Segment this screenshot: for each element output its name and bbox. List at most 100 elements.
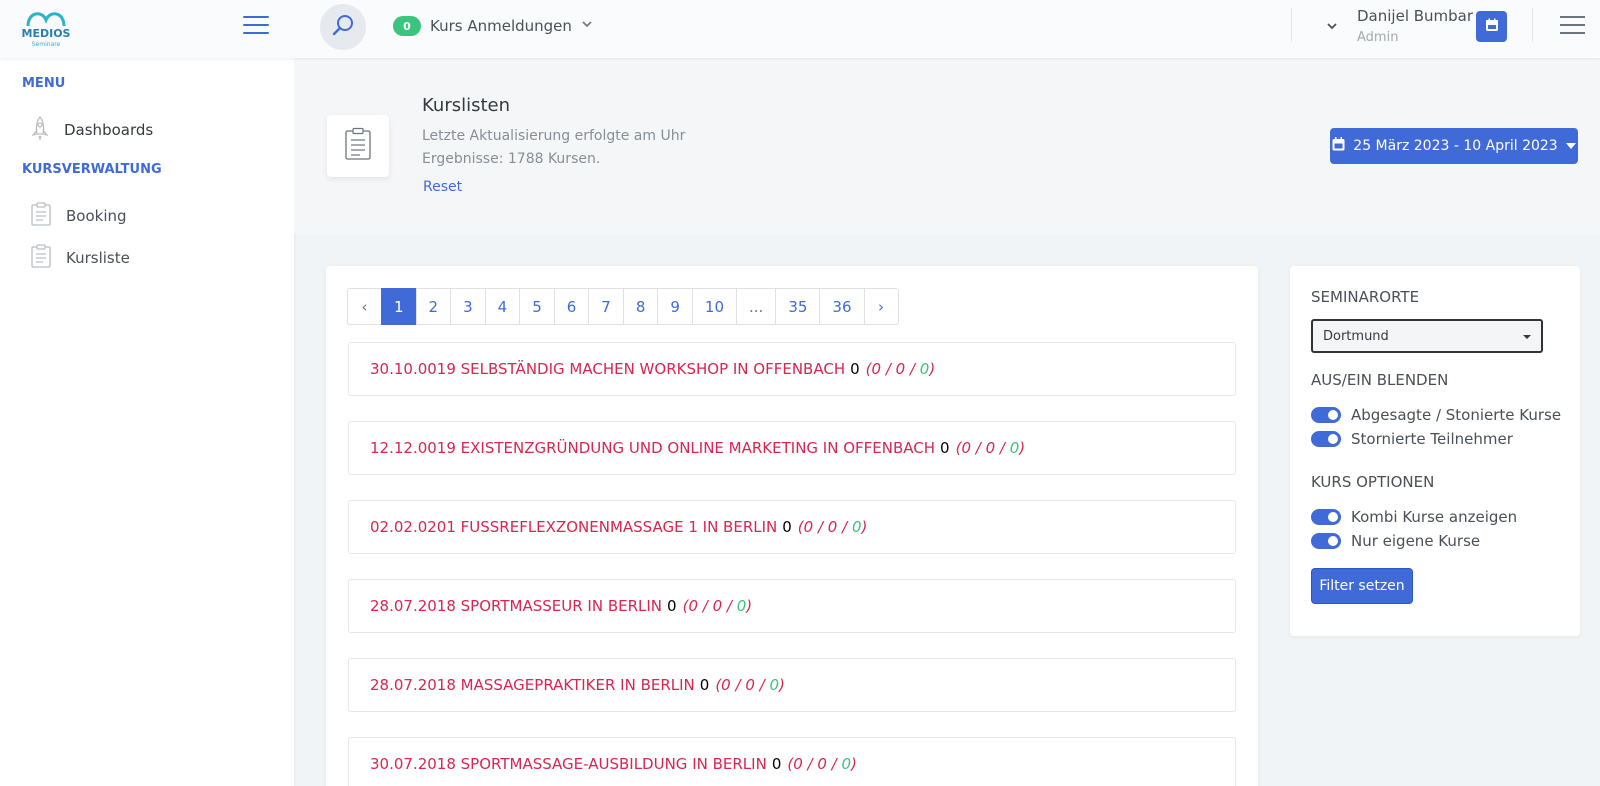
toggle-eigene-label: Nur eigene Kurse — [1351, 532, 1481, 550]
page-title: Kurslisten — [422, 95, 511, 116]
kurs-anmeldungen-dropdown[interactable]: 0 Kurs Anmeldungen — [393, 16, 593, 36]
page-title-icon-box — [327, 115, 389, 177]
course-item[interactable]: 12.12.0019 Existenzgründung und Online M… — [348, 421, 1236, 475]
sidebar: MENU Dashboards KURSVERWALTUNG Booking K… — [0, 58, 294, 786]
course-title: 28.07.2018 Sportmasseur in Berlin — [370, 597, 663, 615]
seminarort-selected-value: Dortmund — [1323, 328, 1389, 344]
course-stats: (0 / 0 / 0) — [787, 755, 857, 773]
course-count: 0 — [850, 360, 860, 378]
course-list-card: ‹ 1 2 3 4 5 6 7 8 9 10 ... 35 36 › 30.10… — [326, 266, 1258, 786]
header-divider — [1291, 8, 1292, 42]
caret-down-icon — [1523, 329, 1531, 344]
results-count-text: Ergebnisse: 1788 Kursen. — [422, 151, 601, 167]
sidebar-item-booking[interactable]: Booking — [30, 202, 127, 230]
course-stats: (0 / 0 / 0) — [955, 439, 1026, 457]
pagination-prev[interactable]: ‹ — [347, 288, 382, 325]
course-count: 0 — [771, 755, 782, 773]
user-menu-chevron-icon[interactable] — [1326, 20, 1338, 36]
sidebar-heading-menu: MENU — [22, 76, 66, 91]
filter-setzen-button[interactable]: Filter setzen — [1311, 568, 1413, 604]
pagination-page-3[interactable]: 3 — [450, 288, 486, 325]
course-stats: (0 / 0 / 0) — [682, 597, 753, 615]
svg-text:Seminare: Seminare — [32, 41, 61, 48]
pagination-ellipsis: ... — [736, 288, 777, 325]
pagination-page-4[interactable]: 4 — [484, 288, 521, 325]
course-title: 30.07.2018 Sportmassage-Ausbildung in Be… — [370, 755, 767, 773]
pagination-page-2[interactable]: 2 — [415, 288, 452, 325]
calendar-icon — [1485, 18, 1499, 36]
course-count: 0 — [940, 439, 950, 457]
calendar-button[interactable] — [1476, 11, 1507, 42]
kurs-anmeldungen-label: Kurs Anmeldungen — [430, 17, 572, 35]
pagination-page-6[interactable]: 6 — [553, 288, 590, 325]
sidebar-item-label: Booking — [66, 207, 127, 225]
pagination-page-9[interactable]: 9 — [657, 288, 693, 325]
course-item[interactable]: 28.07.2018 Sportmasseur in Berlin 0 (0 /… — [348, 579, 1236, 633]
pagination-next[interactable]: › — [863, 288, 899, 325]
pagination-page-36[interactable]: 36 — [819, 288, 865, 325]
course-item[interactable]: 30.07.2018 Sportmassage-Ausbildung in Be… — [348, 737, 1236, 786]
course-stats: (0 / 0 / 0) — [865, 360, 936, 378]
pagination-page-35[interactable]: 35 — [775, 288, 821, 325]
rocket-icon — [30, 115, 50, 145]
course-title: 30.10.0019 Selbständig machen Workshop i… — [370, 360, 846, 378]
pagination-page-8[interactable]: 8 — [622, 288, 659, 325]
search-icon — [331, 13, 355, 41]
user-name: Danijel Bumbar — [1357, 7, 1474, 25]
sidebar-item-label: Kursliste — [66, 249, 130, 267]
ausein-heading: AUS/EIN BLENDEN — [1311, 371, 1449, 389]
clipboard-icon — [30, 202, 52, 230]
toggle-row-abgesagte: Abgesagte / Stonierte Kurse — [1311, 406, 1561, 424]
sidebar-item-label: Dashboards — [64, 121, 154, 139]
toggle-row-kombi: Kombi Kurse anzeigen — [1311, 508, 1517, 526]
user-role: Admin — [1357, 30, 1399, 45]
course-stats: (0 / 0 / 0) — [715, 676, 785, 694]
toggle-eigene-switch[interactable] — [1311, 533, 1341, 549]
date-range-button[interactable]: 25 März 2023 - 10 April 2023 — [1330, 128, 1578, 164]
course-title: 02.02.0201 Fussreflexzonenmassage 1 in B… — [370, 518, 778, 536]
toggle-stornierte-label: Stornierte Teilnehmer — [1351, 430, 1513, 448]
pagination: ‹ 1 2 3 4 5 6 7 8 9 10 ... 35 36 › — [347, 288, 899, 325]
clipboard-icon — [30, 244, 52, 272]
course-item[interactable]: 28.07.2018 Massagepraktiker in Berlin 0 … — [348, 658, 1236, 712]
sidebar-item-kursliste[interactable]: Kursliste — [30, 244, 130, 272]
seminarort-select[interactable]: Dortmund — [1311, 319, 1543, 353]
pagination-page-1[interactable]: 1 — [381, 288, 417, 325]
toggle-abgesagte-label: Abgesagte / Stonierte Kurse — [1351, 406, 1562, 424]
filter-card: SEMINARORTE Dortmund AUS/EIN BLENDEN Abg… — [1290, 266, 1580, 636]
sidebar-heading-kursverwaltung: KURSVERWALTUNG — [22, 162, 162, 177]
caret-down-icon — [1565, 138, 1576, 154]
calendar-icon — [1332, 137, 1345, 155]
chevron-down-icon — [581, 18, 593, 34]
toggle-kombi-switch[interactable] — [1311, 509, 1341, 525]
reset-link[interactable]: Reset — [423, 179, 462, 195]
toggle-abgesagte-switch[interactable] — [1311, 407, 1341, 423]
right-menu-button[interactable] — [1560, 16, 1585, 36]
course-count: 0 — [782, 518, 792, 536]
toggle-row-eigene: Nur eigene Kurse — [1311, 532, 1480, 550]
course-item[interactable]: 02.02.0201 Fussreflexzonenmassage 1 in B… — [348, 500, 1236, 554]
pagination-page-10[interactable]: 10 — [691, 288, 738, 325]
kurs-anmeldungen-badge: 0 — [393, 16, 421, 36]
search-button[interactable] — [320, 4, 366, 50]
pagination-page-5[interactable]: 5 — [519, 288, 555, 325]
page-title-area: Kurslisten Letzte Aktualisierung erfolgt… — [294, 58, 1600, 234]
header-divider — [1532, 8, 1533, 42]
pagination-page-7[interactable]: 7 — [588, 288, 624, 325]
kurs-optionen-heading: KURS OPTIONEN — [1311, 473, 1435, 491]
toggle-stornierte-switch[interactable] — [1311, 431, 1341, 447]
date-range-label: 25 März 2023 - 10 April 2023 — [1353, 138, 1558, 154]
course-item[interactable]: 30.10.0019 Selbständig machen Workshop i… — [348, 342, 1236, 396]
course-count: 0 — [699, 676, 710, 694]
sidebar-item-dashboards[interactable]: Dashboards — [30, 115, 153, 145]
last-updated-text: Letzte Aktualisierung erfolgte am Uhr — [422, 128, 686, 144]
top-header: MEDIOS Seminare 0 Kurs Anmeldungen Danij… — [0, 0, 1600, 58]
course-title: 28.07.2018 Massagepraktiker in Berlin — [370, 676, 695, 694]
svg-text:MEDIOS: MEDIOS — [22, 27, 70, 40]
toggle-kombi-label: Kombi Kurse anzeigen — [1351, 508, 1518, 526]
toggle-row-stornierte: Stornierte Teilnehmer — [1311, 430, 1513, 448]
medios-logo[interactable]: MEDIOS Seminare — [22, 6, 71, 48]
clipboard-icon — [343, 127, 373, 165]
sidebar-toggle-button[interactable] — [243, 16, 269, 38]
course-count: 0 — [667, 597, 677, 615]
